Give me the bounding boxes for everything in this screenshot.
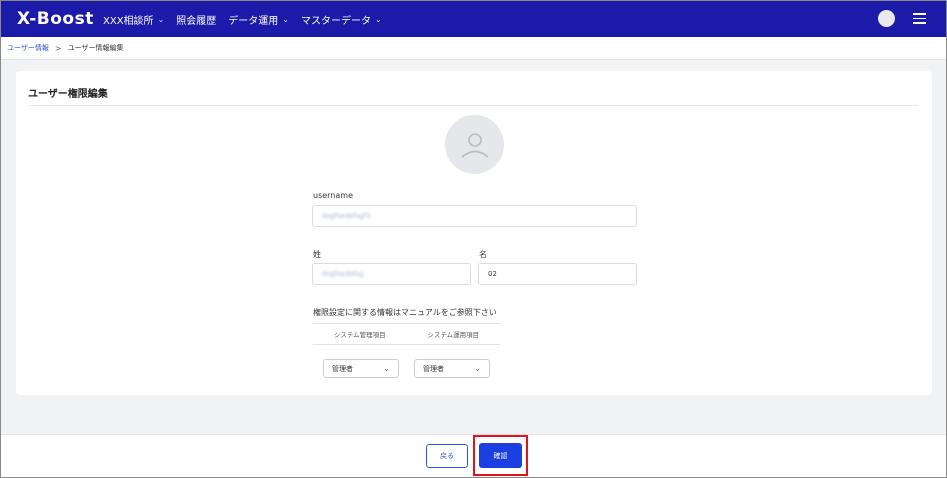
user-avatar-icon[interactable]: [878, 10, 895, 27]
nav-item-label: XXX相談所: [103, 15, 154, 27]
permission-table: システム管理項目 システム運用項目: [313, 323, 500, 345]
hamburger-menu-icon[interactable]: [913, 13, 926, 24]
page-title: ユーザー権限編集: [28, 89, 108, 100]
breadcrumb-current: ユーザー情報編集: [67, 44, 124, 52]
nav-item-label: データ運用: [228, 15, 279, 27]
chevron-down-icon: ⌄: [383, 364, 390, 373]
column-system-operation: システム運用項目: [427, 331, 480, 339]
breadcrumb-link-user-info[interactable]: ユーザー情報: [7, 43, 49, 53]
user-avatar: [445, 115, 504, 174]
breadcrumb-separator-icon: >: [54, 43, 62, 53]
permission-note: 権限設定に関する情報はマニュアルをご参照下さい: [313, 308, 497, 317]
last-name-label: 姓: [313, 250, 321, 259]
nav-item-label: マスターデータ: [300, 15, 371, 27]
action-bar: 戻る 確認: [1, 434, 946, 477]
chevron-down-icon: ⌄: [374, 14, 382, 24]
chevron-down-icon: ⌄: [474, 364, 481, 373]
nav-item-data-operation[interactable]: データ運用 ⌄: [228, 12, 289, 27]
confirm-button[interactable]: 確認: [479, 443, 522, 468]
username-value: dsgfsedsfsgf3: [322, 212, 371, 220]
select-value: 管理者: [332, 364, 353, 373]
breadcrumb: ユーザー情報 > ユーザー情報編集: [1, 37, 946, 60]
chevron-down-icon: ⌄: [157, 14, 165, 24]
last-name-value: dsgfsedsfsg: [322, 270, 364, 278]
system-management-select[interactable]: 管理者 ⌄: [323, 359, 399, 378]
first-name-label: 名: [479, 250, 487, 259]
main-nav: XXX相談所 ⌄ 照会履歴 データ運用 ⌄ マスターデータ ⌄: [103, 1, 394, 37]
nav-item-label: 照会履歴: [176, 15, 217, 27]
column-system-management: システム管理項目: [333, 331, 386, 339]
top-nav-bar: X-Boost XXX相談所 ⌄ 照会履歴 データ運用 ⌄ マスターデータ ⌄: [1, 1, 946, 37]
app-logo[interactable]: X-Boost: [17, 9, 94, 29]
user-permission-edit-card: ユーザー権限編集 username dsgfsedsfsgf3 姓 dsgfse…: [16, 71, 932, 395]
first-name-value: 02: [488, 270, 497, 278]
username-label: username: [313, 191, 353, 200]
chevron-down-icon: ⌄: [282, 14, 289, 24]
first-name-field[interactable]: 02: [478, 263, 637, 285]
system-operation-select[interactable]: 管理者 ⌄: [414, 359, 490, 378]
nav-item-inquiry-history[interactable]: 照会履歴: [176, 12, 216, 27]
title-divider: [28, 105, 919, 106]
nav-item-master-data[interactable]: マスターデータ ⌄: [301, 12, 382, 27]
last-name-field[interactable]: dsgfsedsfsg: [312, 263, 471, 285]
back-button[interactable]: 戻る: [426, 444, 468, 468]
username-field[interactable]: dsgfsedsfsgf3: [312, 205, 637, 227]
app-window: X-Boost XXX相談所 ⌄ 照会履歴 データ運用 ⌄ マスターデータ ⌄ …: [0, 0, 947, 478]
nav-item-consultation[interactable]: XXX相談所 ⌄: [103, 12, 164, 27]
person-icon: [460, 132, 489, 158]
permission-table-header: システム管理項目 システム運用項目: [313, 323, 500, 345]
select-value: 管理者: [423, 364, 444, 373]
